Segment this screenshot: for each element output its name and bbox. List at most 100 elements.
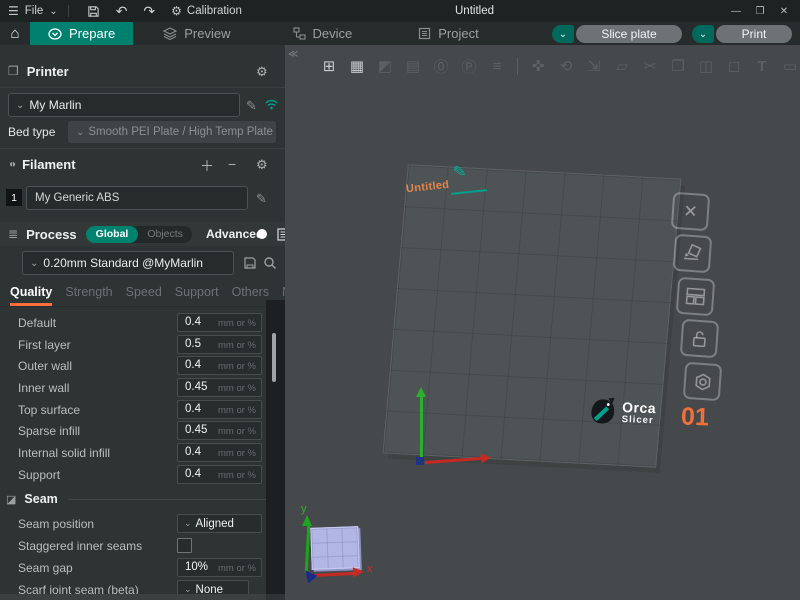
param-input[interactable]: 0.4 mm or % bbox=[177, 356, 262, 375]
param-value: 0.45 bbox=[185, 381, 207, 393]
seam-gap-row: Seam gap 10% mm or % bbox=[0, 558, 266, 580]
param-unit: mm or % bbox=[218, 470, 256, 481]
arrange-plate-button[interactable] bbox=[676, 277, 715, 316]
auto-orient-plate-button[interactable] bbox=[673, 234, 712, 273]
restore-button[interactable]: ❐ bbox=[750, 2, 770, 20]
chevron-down-icon: ⌄ bbox=[699, 29, 707, 40]
save-button[interactable] bbox=[87, 5, 100, 18]
mesh-edit-icon[interactable]: ◻ bbox=[722, 54, 746, 78]
param-input[interactable]: 0.4 mm or % bbox=[177, 443, 262, 462]
cut-icon[interactable]: ✂ bbox=[638, 54, 662, 78]
sidebar-panel: ❒ Printer ⚙ ⌄ My Marlin ✎ Bed type ⌄ Smo… bbox=[0, 45, 285, 600]
seam-position-dropdown[interactable]: ⌄ Aligned bbox=[177, 514, 262, 533]
tab-support[interactable]: Support bbox=[175, 285, 219, 306]
collapse-sidebar-icon[interactable]: ≪ bbox=[288, 49, 298, 60]
scale-icon[interactable]: ⇲ bbox=[582, 54, 606, 78]
move-icon[interactable]: ✜ bbox=[526, 54, 550, 78]
process-section-title: Process bbox=[26, 227, 77, 242]
param-unit: mm or % bbox=[218, 383, 256, 394]
tab-quality[interactable]: Quality bbox=[10, 285, 52, 306]
tab-prepare[interactable]: Prepare bbox=[30, 22, 133, 45]
wifi-connection-icon[interactable] bbox=[264, 98, 279, 110]
split-to-objects-icon[interactable]: ⓪ bbox=[429, 54, 453, 78]
bed-type-dropdown[interactable]: ⌄ Smooth PEI Plate / High Temp Plate bbox=[68, 121, 276, 143]
file-menu[interactable]: ☰ File ⌄ bbox=[8, 4, 58, 18]
viewport-3d[interactable]: ≪ ⊞ ▦ ◩ ▤ ⓪ Ⓟ ≡ ✜ ⟲ ⇲ ▱ ✂ ❐ ◫ ◻ T ▭ ❒ Un… bbox=[285, 45, 800, 600]
filament-settings-gear-icon[interactable]: ⚙ bbox=[256, 157, 268, 173]
save-preset-icon[interactable] bbox=[243, 256, 257, 270]
rename-plate-pencil-icon[interactable]: ✎ bbox=[452, 161, 468, 183]
auto-orient-icon[interactable]: ◩ bbox=[373, 54, 397, 78]
redo-button[interactable]: ↷ bbox=[143, 3, 155, 20]
param-input[interactable]: 0.5 mm or % bbox=[177, 335, 262, 354]
param-row: Support 0.4 mm or % bbox=[0, 465, 266, 487]
variable-layer-height-icon[interactable]: ≡ bbox=[485, 54, 509, 78]
scope-objects-button[interactable]: Objects bbox=[138, 228, 192, 240]
logo-title: Orca bbox=[622, 400, 656, 415]
add-plate-icon[interactable]: ▦ bbox=[345, 54, 369, 78]
x-axis-arrowhead bbox=[481, 453, 492, 464]
close-button[interactable]: ✕ bbox=[774, 2, 794, 20]
param-input[interactable]: 0.4 mm or % bbox=[177, 465, 262, 484]
calibration-gear-icon: ⚙ bbox=[171, 4, 182, 18]
edit-printer-icon[interactable]: ✎ bbox=[246, 98, 257, 114]
split-to-parts-icon[interactable]: Ⓟ bbox=[457, 54, 481, 78]
param-input[interactable]: 0.4 mm or % bbox=[177, 400, 262, 419]
tab-speed[interactable]: Speed bbox=[126, 285, 162, 306]
home-button[interactable]: ⌂ bbox=[0, 22, 30, 45]
unlock-icon bbox=[690, 329, 708, 348]
auto-orient-icon bbox=[682, 243, 702, 263]
tab-others[interactable]: Others bbox=[232, 285, 270, 306]
tab-preview[interactable]: Preview bbox=[145, 22, 248, 45]
seam-position-value: Aligned bbox=[196, 518, 234, 530]
plate-thumbnail[interactable] bbox=[310, 526, 359, 570]
param-row: Outer wall 0.4 mm or % bbox=[0, 356, 266, 378]
calibration-button[interactable]: ⚙ Calibration bbox=[171, 4, 242, 18]
panel-scrollbar-thumb[interactable] bbox=[272, 333, 276, 382]
process-icon: ≣ bbox=[8, 227, 18, 241]
panel-scrollbar[interactable] bbox=[266, 300, 285, 594]
arrange-icon[interactable]: ▤ bbox=[401, 54, 425, 78]
filament-preset-dropdown[interactable]: My Generic ABS bbox=[26, 186, 248, 210]
tab-project[interactable]: Project bbox=[400, 22, 496, 45]
remove-filament-button[interactable]: − bbox=[228, 156, 236, 172]
add-filament-button[interactable]: ＋ bbox=[200, 156, 214, 176]
delete-all-button[interactable]: ✕ bbox=[671, 192, 710, 231]
scope-global-button[interactable]: Global bbox=[86, 226, 139, 243]
undo-icon: ↶ bbox=[116, 3, 128, 20]
print-options-button[interactable]: ⌄ bbox=[692, 25, 714, 43]
param-input[interactable]: 0.45 mm or % bbox=[177, 421, 262, 440]
minimize-button[interactable]: — bbox=[726, 2, 746, 20]
staggered-seams-checkbox[interactable] bbox=[177, 538, 192, 553]
seam-gap-input[interactable]: 10% mm or % bbox=[177, 558, 262, 577]
text-tool-icon[interactable]: T bbox=[750, 54, 774, 78]
print-button[interactable]: Print bbox=[716, 25, 792, 43]
printer-settings-gear-icon[interactable]: ⚙ bbox=[256, 64, 268, 80]
undo-button[interactable]: ↶ bbox=[116, 3, 128, 20]
printer-preset-dropdown[interactable]: ⌄ My Marlin bbox=[8, 93, 240, 117]
rotate-icon[interactable]: ⟲ bbox=[554, 54, 578, 78]
measure-icon[interactable]: ▭ bbox=[778, 54, 800, 78]
search-icon[interactable] bbox=[263, 256, 277, 270]
clone-icon[interactable]: ❐ bbox=[666, 54, 690, 78]
seam-section-title: Seam bbox=[24, 492, 57, 506]
tab-device[interactable]: Device bbox=[275, 22, 371, 45]
param-label: Top surface bbox=[18, 403, 80, 417]
process-preset-dropdown[interactable]: ⌄ 0.20mm Standard @MyMarlin bbox=[22, 251, 234, 275]
add-object-icon[interactable]: ⊞ bbox=[317, 54, 341, 78]
lock-plate-button[interactable] bbox=[680, 319, 719, 358]
tab-prepare-label: Prepare bbox=[69, 26, 115, 41]
x-axis-arrow bbox=[425, 457, 481, 464]
slice-plate-button[interactable]: Slice plate bbox=[576, 25, 682, 43]
slice-options-button[interactable]: ⌄ bbox=[552, 25, 574, 43]
tab-strength[interactable]: Strength bbox=[65, 285, 112, 306]
param-input[interactable]: 0.4 mm or % bbox=[177, 313, 262, 332]
nut-settings-icon bbox=[693, 372, 712, 391]
lay-on-face-icon[interactable]: ▱ bbox=[610, 54, 634, 78]
plate-settings-button[interactable] bbox=[683, 362, 722, 401]
chevron-down-icon: ⌄ bbox=[76, 127, 84, 138]
seam-position-label: Seam position bbox=[18, 517, 94, 531]
param-input[interactable]: 0.45 mm or % bbox=[177, 378, 262, 397]
mesh-boolean-icon[interactable]: ◫ bbox=[694, 54, 718, 78]
edit-filament-icon[interactable]: ✎ bbox=[256, 191, 267, 207]
